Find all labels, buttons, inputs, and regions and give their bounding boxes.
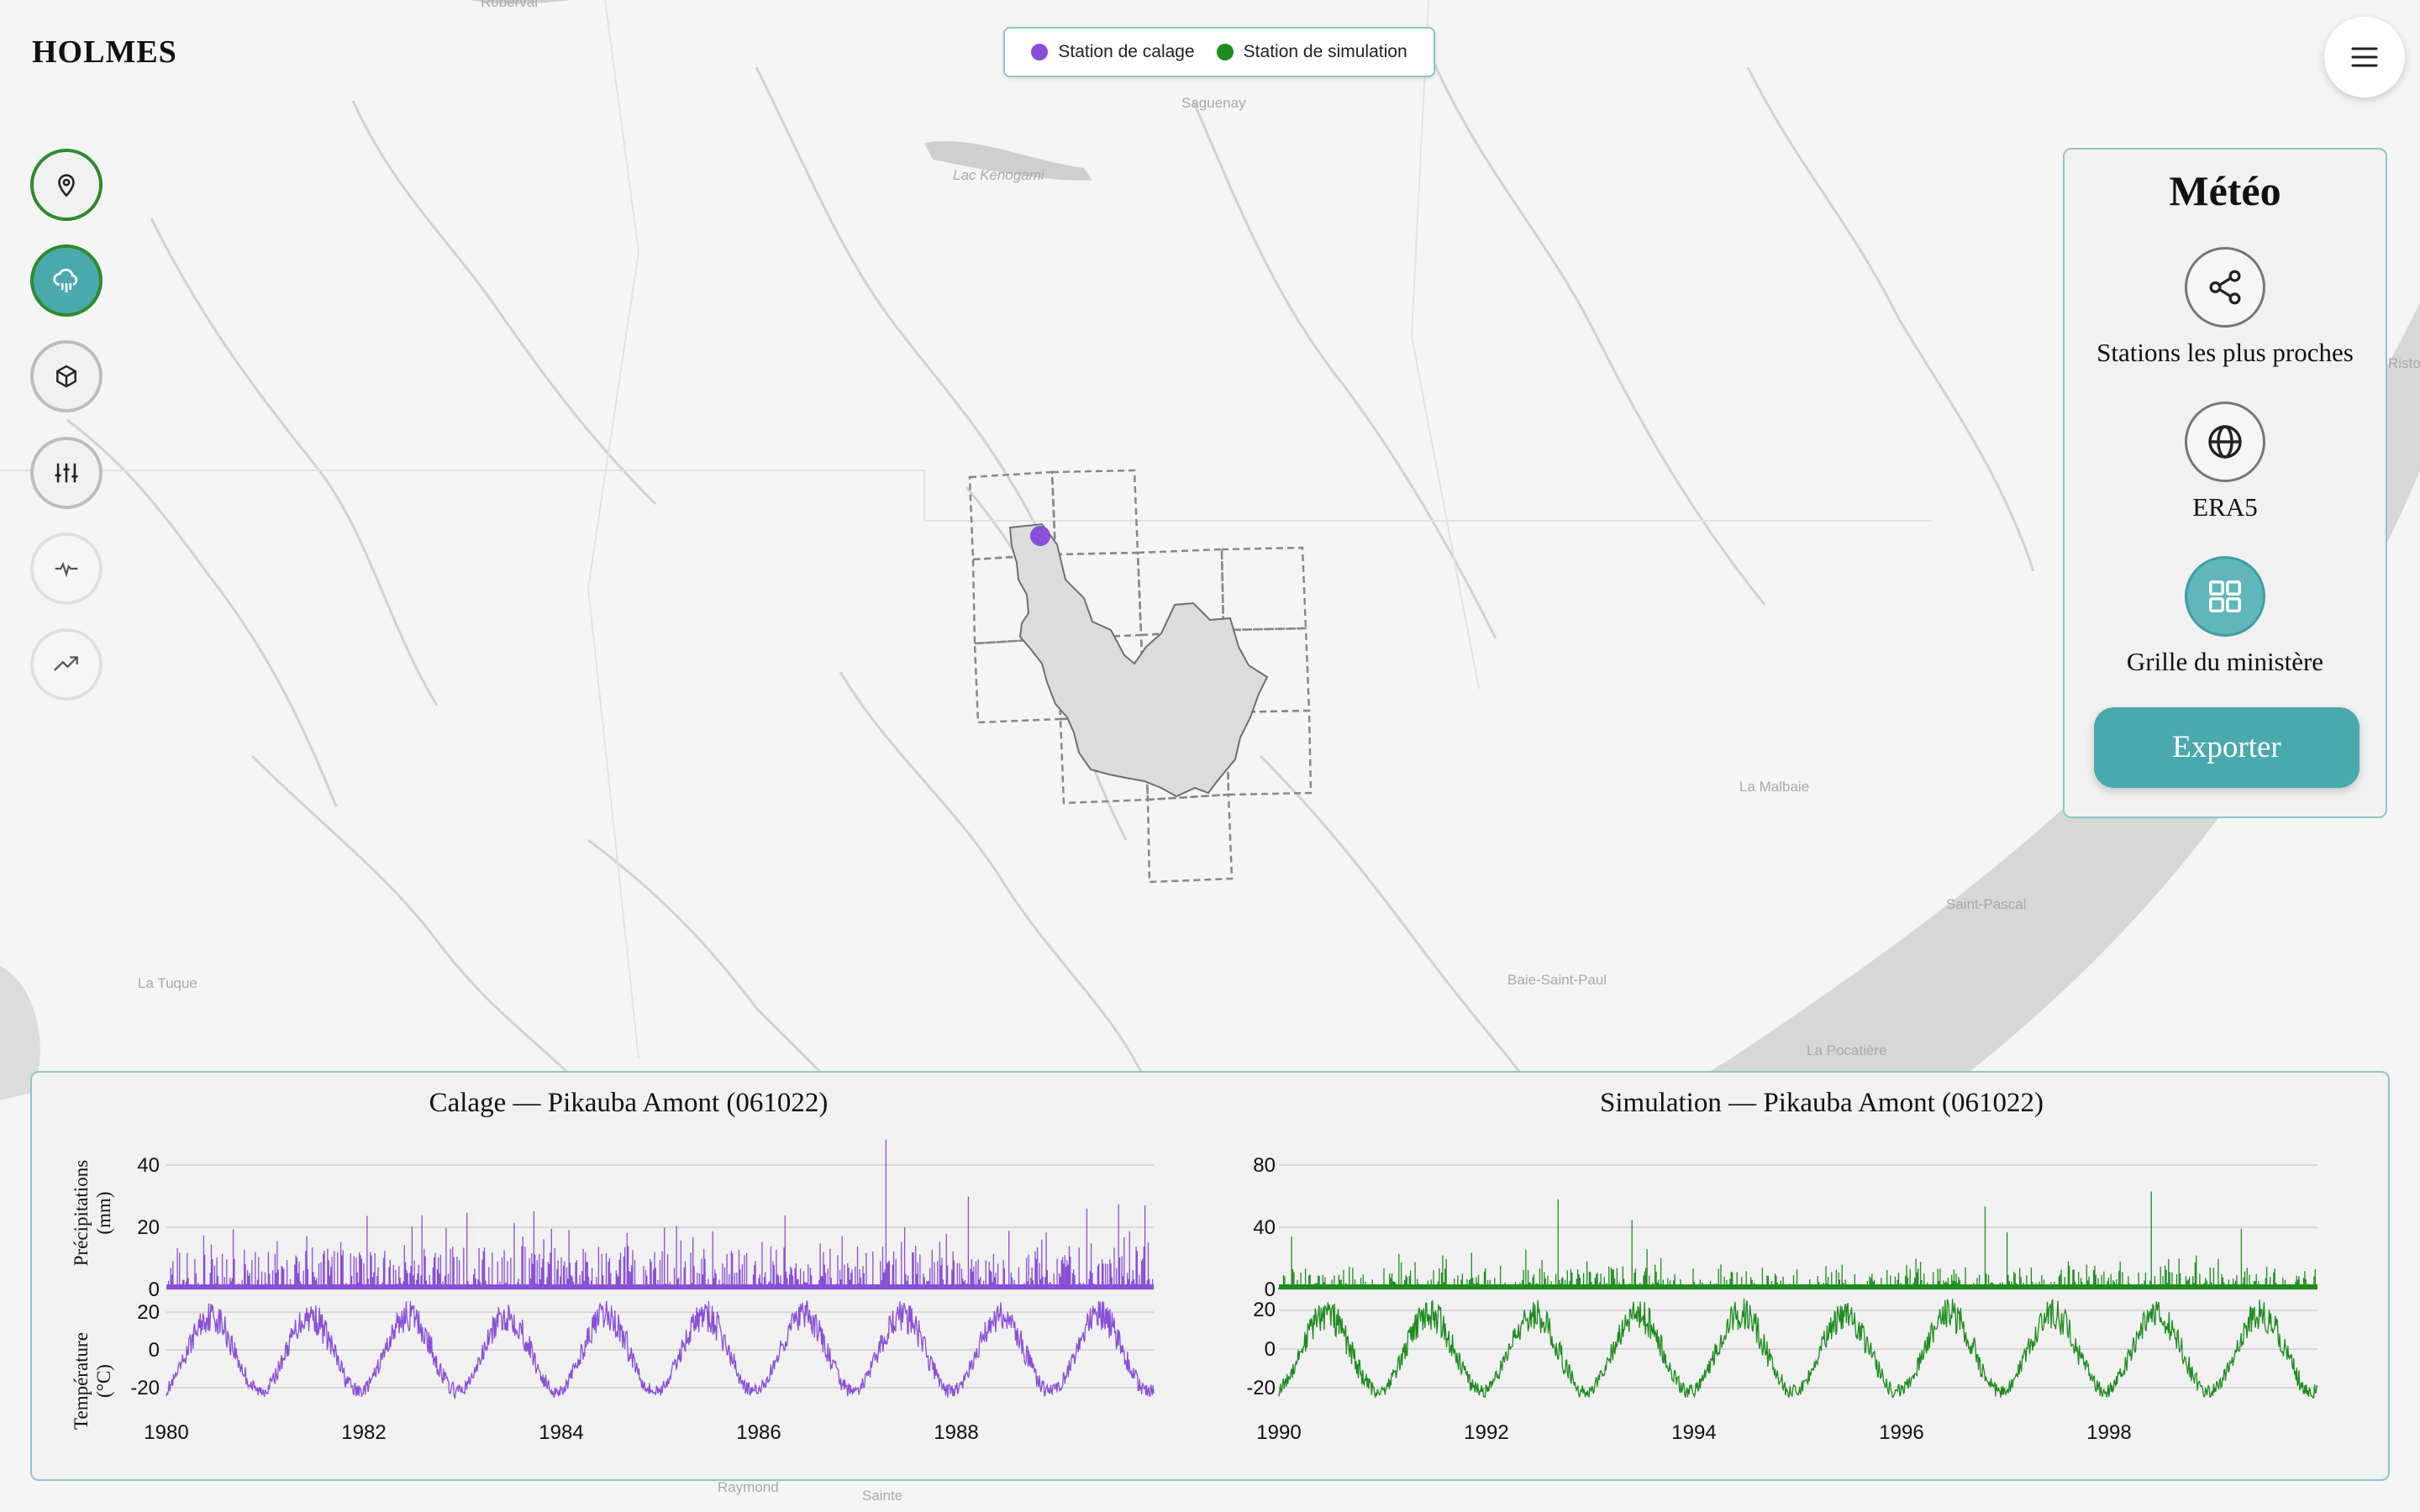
hydrograph-tool-button[interactable] [30, 533, 103, 605]
map-label: Raymond [718, 1479, 779, 1495]
legend-label: Station de calage [1058, 42, 1195, 61]
charts-panel: Calage — Pikauba Amont (061022) Simulati… [30, 1071, 2390, 1481]
nearest-stations-button[interactable] [2185, 247, 2265, 328]
y-tick: 0 [149, 1339, 160, 1362]
cube-icon [56, 365, 76, 388]
y-tick: 80 [1253, 1154, 1276, 1177]
sim-precip-series [1278, 1191, 2317, 1289]
pulse-icon [55, 561, 78, 578]
x-tick: 1998 [2086, 1421, 2131, 1444]
option-label: Grille du ministère [2126, 647, 2324, 676]
map-label: La Pocatière [1807, 1042, 1886, 1058]
x-tick: 1982 [341, 1421, 386, 1444]
option-label: Stations les plus proches [2096, 338, 2354, 367]
option-ministry-grid[interactable]: Grille du ministère [2065, 556, 2386, 677]
y-tick: 40 [137, 1154, 160, 1177]
y-tick: 0 [1265, 1338, 1276, 1361]
share-icon [2209, 270, 2241, 305]
grid-icon [2209, 580, 2241, 612]
map-label: Ristol [2388, 355, 2420, 371]
calage-station-marker[interactable] [1030, 526, 1050, 546]
trending-up-icon [54, 656, 78, 671]
legend-item-simulation: Station de simulation [1216, 42, 1407, 62]
map-label: Sainte [862, 1488, 902, 1504]
x-tick: 1988 [934, 1421, 978, 1444]
option-era5[interactable]: ERA5 [2065, 402, 2386, 522]
option-nearest-stations[interactable]: Stations les plus proches [2065, 247, 2386, 368]
y-tick: 40 [1253, 1216, 1276, 1239]
calage-precip-series [166, 1139, 1154, 1289]
map-label: La Malbaie [1739, 779, 1809, 795]
y-tick: 0 [149, 1278, 160, 1301]
x-tick: 1980 [144, 1421, 188, 1444]
trend-tool-button[interactable] [30, 628, 103, 701]
globe-icon [2208, 425, 2242, 459]
panel-title: Météo [2169, 167, 2281, 214]
map-label: Roberval [481, 0, 538, 10]
y-tick: -20 [130, 1377, 160, 1399]
model-tool-button[interactable] [30, 340, 103, 412]
y-tick: 20 [137, 1216, 160, 1239]
map-label: Baie-Saint-Paul [1507, 972, 1607, 988]
x-tick: 1992 [1464, 1421, 1508, 1444]
map-label: Saint-Pascal [1946, 896, 2026, 912]
y-tick: 20 [137, 1301, 160, 1324]
x-tick: 1990 [1256, 1421, 1301, 1444]
export-button[interactable]: Exporter [2094, 707, 2360, 788]
x-tick: 1984 [539, 1421, 583, 1444]
purple-dot-icon [1031, 44, 1049, 60]
weather-tool-button[interactable] [30, 244, 103, 317]
precip-baseline [166, 1284, 1154, 1289]
x-tick: 1996 [1879, 1421, 1923, 1444]
y-tick: 0 [1265, 1278, 1276, 1301]
map-label: Lac Kenogami [953, 167, 1045, 183]
y-tick: 20 [1253, 1299, 1276, 1321]
sim-precip-grid [1279, 1164, 2317, 1290]
option-label: ERA5 [2192, 492, 2258, 522]
charts-canvas: 40 20 0 20 0 -20 80 40 0 20 0 -20 1980 1… [130, 1139, 2318, 1444]
era5-button[interactable] [2185, 402, 2265, 482]
green-dot-icon [1216, 44, 1234, 60]
settings-tool-button[interactable] [30, 437, 103, 509]
cloud-rain-icon [53, 268, 78, 293]
sim-temp-series [1278, 1298, 2318, 1399]
precip-bars [166, 1139, 1154, 1289]
app-logo: HOLMES [32, 34, 177, 70]
menu-button[interactable] [2324, 17, 2405, 97]
hamburger-icon [2351, 47, 2378, 67]
legend-label: Station de simulation [1243, 42, 1407, 61]
x-tick: 1986 [736, 1421, 781, 1444]
map-legend: Station de calage Station de simulation [1003, 27, 1435, 77]
meteo-panel: Météo Stations les plus proches ERA5 Gri… [2063, 148, 2387, 818]
y-tick: -20 [1246, 1377, 1276, 1399]
map-label: Saguenay [1181, 95, 1246, 111]
x-tick: 1994 [1671, 1421, 1716, 1444]
map-pin-icon [58, 174, 75, 197]
sliders-icon [55, 463, 78, 483]
precip-bars [1278, 1191, 2317, 1289]
ministry-grid-button[interactable] [2185, 556, 2265, 637]
legend-item-calage: Station de calage [1031, 42, 1195, 62]
precip-baseline [1279, 1284, 2317, 1289]
location-tool-button[interactable] [30, 149, 103, 221]
map-label: La Tuque [138, 975, 197, 991]
